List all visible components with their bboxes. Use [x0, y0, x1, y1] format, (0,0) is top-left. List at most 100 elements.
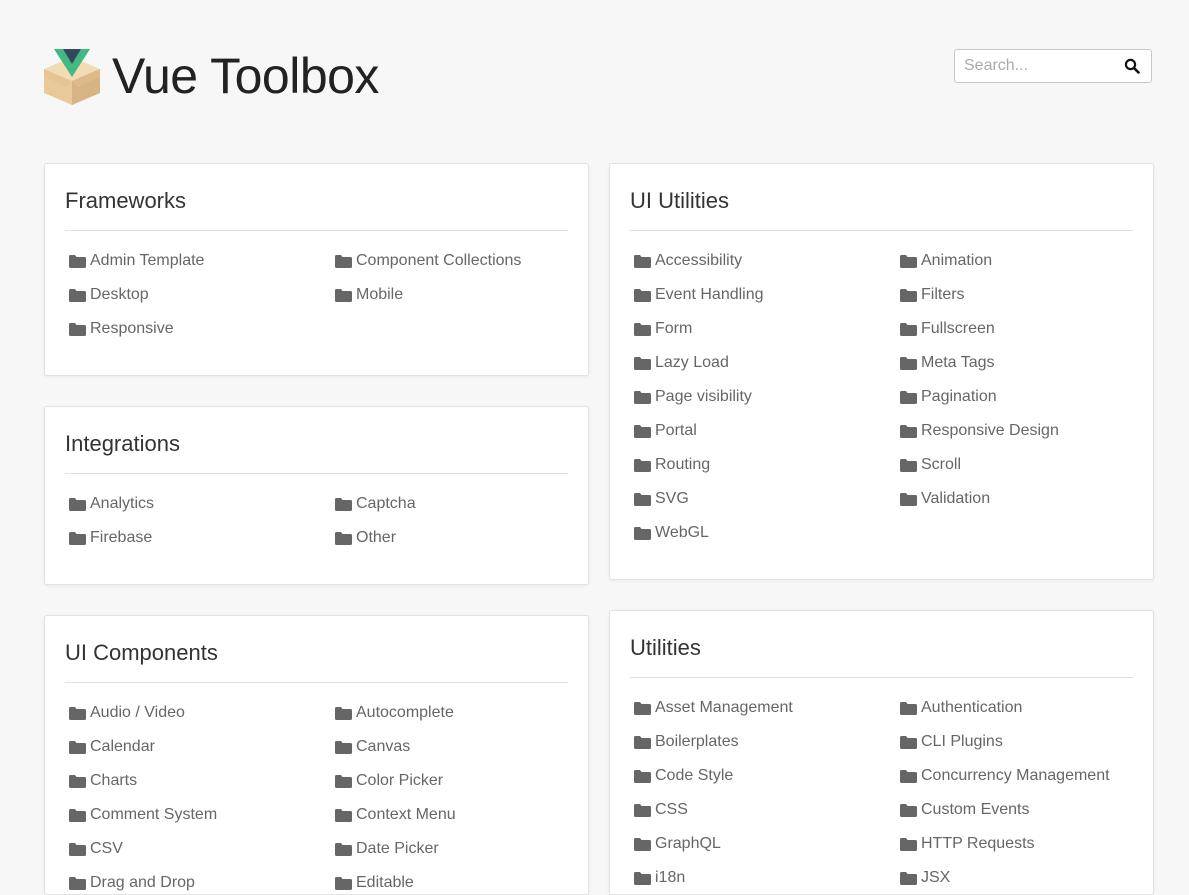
category-label: Context Menu — [356, 806, 456, 823]
category-link-admin-template[interactable]: Admin Template — [69, 251, 335, 271]
category-label: Filters — [921, 286, 965, 303]
category-label: Lazy Load — [655, 354, 729, 371]
category-link-meta-tags[interactable]: Meta Tags — [900, 353, 1133, 373]
category-label: Event Handling — [655, 286, 764, 303]
card-utilities: Utilities Asset Management Authentication B… — [609, 610, 1154, 895]
category-link-lazy-load[interactable]: Lazy Load — [634, 353, 900, 373]
folder-icon — [69, 774, 86, 788]
folder-icon — [634, 322, 651, 336]
category-link-context-menu[interactable]: Context Menu — [335, 805, 568, 825]
folder-icon — [69, 288, 86, 302]
category-link-filters[interactable]: Filters — [900, 285, 1133, 305]
category-label: Fullscreen — [921, 320, 995, 337]
category-link-custom-events[interactable]: Custom Events — [900, 800, 1133, 820]
category-link-svg[interactable]: SVG — [634, 489, 900, 509]
category-link-drag-and-drop[interactable]: Drag and Drop — [69, 873, 335, 893]
category-label: Desktop — [90, 286, 149, 303]
search-input[interactable] — [955, 50, 1124, 82]
category-link-jsx[interactable]: JSX — [900, 868, 1133, 888]
folder-icon — [900, 871, 917, 885]
category-link-concurrency-management[interactable]: Concurrency Management — [900, 766, 1133, 786]
category-link-charts[interactable]: Charts — [69, 771, 335, 791]
folder-icon — [900, 390, 917, 404]
category-link-http-requests[interactable]: HTTP Requests — [900, 834, 1133, 854]
category-label: Other — [356, 529, 397, 546]
category-link-captcha[interactable]: Captcha — [335, 494, 568, 514]
category-link-scroll[interactable]: Scroll — [900, 455, 1133, 475]
category-link-color-picker[interactable]: Color Picker — [335, 771, 568, 791]
folder-icon — [69, 808, 86, 822]
vue-box-logo-icon[interactable] — [44, 47, 100, 105]
folder-icon — [634, 492, 651, 506]
category-label: Authentication — [921, 699, 1023, 716]
category-link-responsive-design[interactable]: Responsive Design — [900, 421, 1133, 441]
search-icon[interactable] — [1124, 58, 1140, 74]
category-link-comment-system[interactable]: Comment System — [69, 805, 335, 825]
category-link-i18n[interactable]: i18n — [634, 868, 900, 888]
category-link-css[interactable]: CSS — [634, 800, 900, 820]
category-label: CSV — [90, 840, 123, 857]
category-label: Page visibility — [655, 388, 752, 405]
category-label: Responsive — [90, 320, 174, 337]
category-link-routing[interactable]: Routing — [634, 455, 900, 475]
category-label: Audio / Video — [90, 704, 185, 721]
folder-icon — [900, 701, 917, 715]
category-link-component-collections[interactable]: Component Collections — [335, 251, 568, 271]
card-title: Frameworks — [65, 188, 187, 213]
category-link-portal[interactable]: Portal — [634, 421, 900, 441]
folder-icon — [634, 458, 651, 472]
category-link-event-handling[interactable]: Event Handling — [634, 285, 900, 305]
category-link-fullscreen[interactable]: Fullscreen — [900, 319, 1133, 339]
category-label: GraphQL — [655, 835, 721, 852]
category-link-form[interactable]: Form — [634, 319, 900, 339]
card-divider — [65, 230, 568, 231]
category-label: Charts — [90, 772, 138, 789]
category-link-responsive[interactable]: Responsive — [69, 319, 335, 339]
category-label: Meta Tags — [921, 354, 995, 371]
folder-icon — [900, 356, 917, 370]
category-link-date-picker[interactable]: Date Picker — [335, 839, 568, 859]
category-link-authentication[interactable]: Authentication — [900, 698, 1133, 718]
category-label: Routing — [655, 456, 711, 473]
category-link-validation[interactable]: Validation — [900, 489, 1133, 509]
category-link-page-visibility[interactable]: Page visibility — [634, 387, 900, 407]
category-link-other[interactable]: Other — [335, 528, 568, 548]
category-link-pagination[interactable]: Pagination — [900, 387, 1133, 407]
category-link-accessibility[interactable]: Accessibility — [634, 251, 900, 271]
category-label: Responsive Design — [921, 422, 1059, 439]
category-link-graphql[interactable]: GraphQL — [634, 834, 900, 854]
folder-icon — [335, 288, 352, 302]
category-link-audio-video[interactable]: Audio / Video — [69, 703, 335, 723]
category-link-asset-management[interactable]: Asset Management — [634, 698, 900, 718]
card-title: UI Components — [65, 640, 218, 665]
category-label: Canvas — [356, 738, 411, 755]
category-label: Accessibility — [655, 252, 743, 269]
category-link-analytics[interactable]: Analytics — [69, 494, 335, 514]
category-link-webgl[interactable]: WebGL — [634, 523, 900, 543]
category-label: Color Picker — [356, 772, 444, 789]
search-box — [954, 49, 1152, 83]
card-ui-utilities: UI Utilities Accessibility Animation Event … — [609, 163, 1154, 580]
folder-icon — [335, 531, 352, 545]
category-label: Drag and Drop — [90, 874, 195, 891]
category-link-boilerplates[interactable]: Boilerplates — [634, 732, 900, 752]
category-link-editable[interactable]: Editable — [335, 873, 568, 893]
category-label: Admin Template — [90, 252, 205, 269]
site-title[interactable]: Vue Toolbox — [112, 51, 379, 101]
category-link-mobile[interactable]: Mobile — [335, 285, 568, 305]
category-link-calendar[interactable]: Calendar — [69, 737, 335, 757]
category-link-animation[interactable]: Animation — [900, 251, 1133, 271]
folder-icon — [335, 808, 352, 822]
folder-icon — [634, 288, 651, 302]
category-link-cli-plugins[interactable]: CLI Plugins — [900, 732, 1133, 752]
folder-icon — [634, 390, 651, 404]
card-divider — [65, 682, 568, 683]
category-list: Accessibility Animation Event Handling Filt… — [634, 251, 1133, 557]
category-link-csv[interactable]: CSV — [69, 839, 335, 859]
category-link-firebase[interactable]: Firebase — [69, 528, 335, 548]
folder-icon — [634, 735, 651, 749]
category-link-autocomplete[interactable]: Autocomplete — [335, 703, 568, 723]
category-link-canvas[interactable]: Canvas — [335, 737, 568, 757]
category-link-desktop[interactable]: Desktop — [69, 285, 335, 305]
category-link-code-style[interactable]: Code Style — [634, 766, 900, 786]
